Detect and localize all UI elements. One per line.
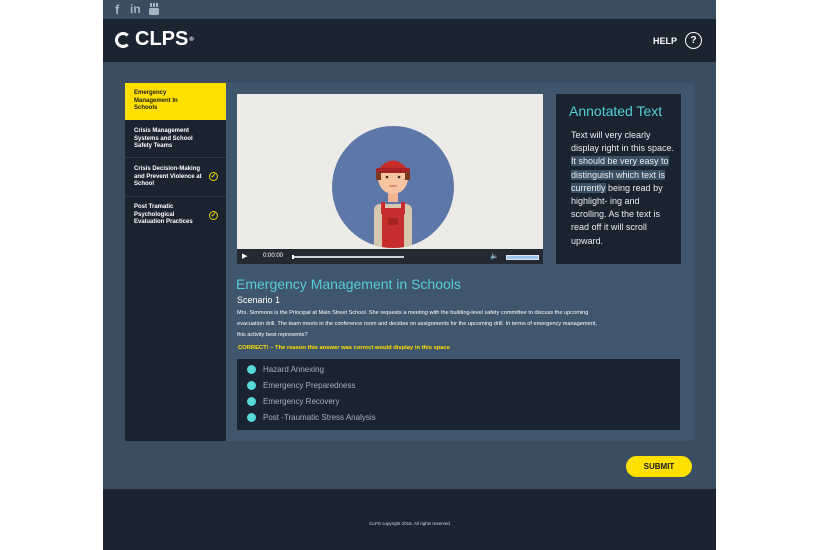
scenario-label: Scenario 1 bbox=[237, 295, 281, 305]
feedback-message: CORRECT! – The reason this answer was co… bbox=[238, 345, 450, 351]
footer: CLPS copyright 2016, All rights reserved bbox=[103, 489, 716, 550]
video-illustration bbox=[332, 126, 454, 248]
top-header: CLPS ® HELP ? bbox=[103, 19, 716, 62]
youtube-icon[interactable] bbox=[149, 3, 159, 17]
video-progress-bar[interactable] bbox=[292, 255, 404, 259]
video-controls: ▶ 0:00:00 🔈 bbox=[237, 249, 543, 264]
radio-dot-icon bbox=[247, 397, 256, 406]
answer-option[interactable]: Emergency Preparedness bbox=[247, 381, 356, 390]
logo-mark-icon bbox=[115, 31, 131, 48]
page-title: Emergency Management in Schools bbox=[236, 276, 461, 292]
facebook-icon[interactable]: f bbox=[115, 3, 119, 16]
radio-dot-icon bbox=[247, 413, 256, 422]
question-icon: ? bbox=[685, 32, 702, 49]
annotated-text-body[interactable]: Text will very clearly display right in … bbox=[571, 129, 675, 248]
answer-label: Emergency Preparedness bbox=[263, 381, 356, 390]
answer-label: Post -Traumatic Stress Analysis bbox=[263, 413, 376, 422]
help-button[interactable]: HELP ? bbox=[653, 32, 702, 49]
social-bar: f in bbox=[103, 0, 716, 19]
answer-option[interactable]: Post -Traumatic Stress Analysis bbox=[247, 413, 376, 422]
scenario-description: Mrs. Simmons is the Principal at Main St… bbox=[237, 310, 597, 338]
answer-label: Hazard Annexing bbox=[263, 365, 324, 374]
check-circle-icon: ✓ bbox=[209, 211, 218, 220]
clps-logo[interactable]: CLPS ® bbox=[115, 28, 194, 51]
sidebar-item-crisis-decision-making[interactable]: Crisis Decision-Making and Prevent Viole… bbox=[125, 158, 226, 196]
answer-list: Hazard Annexing Emergency Preparedness E… bbox=[237, 359, 680, 430]
logo-text: CLPS bbox=[135, 28, 189, 50]
help-label: HELP bbox=[652, 35, 677, 46]
linkedin-icon[interactable]: in bbox=[130, 3, 141, 16]
check-circle-icon: ✓ bbox=[209, 172, 218, 181]
sidebar-item-crisis-management[interactable]: Crisis Management Systems and School Saf… bbox=[125, 120, 226, 157]
sidebar-item-emergency-management[interactable]: Emergency Management In Schools bbox=[125, 83, 226, 120]
sidebar-item-label: Emergency Management In Schools bbox=[134, 90, 178, 111]
registered-mark: ® bbox=[189, 36, 194, 43]
app-frame: f in CLPS ® HELP ? Emergency Management I… bbox=[103, 0, 716, 550]
radio-dot-icon bbox=[247, 365, 256, 374]
sidebar-item-post-traumatic[interactable]: Post Tramatic Psychological Evaluation P… bbox=[125, 197, 226, 235]
sidebar-item-label: Post Tramatic Psychological Evaluation P… bbox=[134, 204, 193, 225]
module-sidebar: Emergency Management In Schools Crisis M… bbox=[125, 83, 226, 441]
copyright-text: CLPS copyright 2016, All rights reserved bbox=[369, 521, 450, 526]
course-panel: Emergency Management In Schools Crisis M… bbox=[125, 83, 694, 441]
submit-button[interactable]: SUBMIT bbox=[626, 456, 692, 477]
answer-option[interactable]: Hazard Annexing bbox=[247, 365, 324, 374]
sidebar-item-label: Crisis Management Systems and School Saf… bbox=[134, 128, 193, 149]
annotated-text-title: Annotated Text bbox=[569, 103, 663, 119]
annotated-text-read: Text will very clearly display right in … bbox=[571, 130, 675, 154]
radio-dot-icon bbox=[247, 381, 256, 390]
volume-slider[interactable] bbox=[506, 255, 539, 260]
annotated-text-panel: Annotated Text Text will very clearly di… bbox=[556, 94, 681, 264]
answer-option[interactable]: Emergency Recovery bbox=[247, 397, 339, 406]
volume-icon[interactable]: 🔈 bbox=[490, 252, 499, 260]
video-player[interactable]: ▶ 0:00:00 🔈 bbox=[237, 94, 543, 264]
sidebar-item-label: Crisis Decision-Making and Prevent Viole… bbox=[134, 166, 202, 187]
video-time: 0:00:00 bbox=[263, 253, 284, 259]
video-progress-fill bbox=[292, 255, 295, 259]
answer-label: Emergency Recovery bbox=[263, 397, 340, 406]
play-icon[interactable]: ▶ bbox=[242, 252, 247, 260]
